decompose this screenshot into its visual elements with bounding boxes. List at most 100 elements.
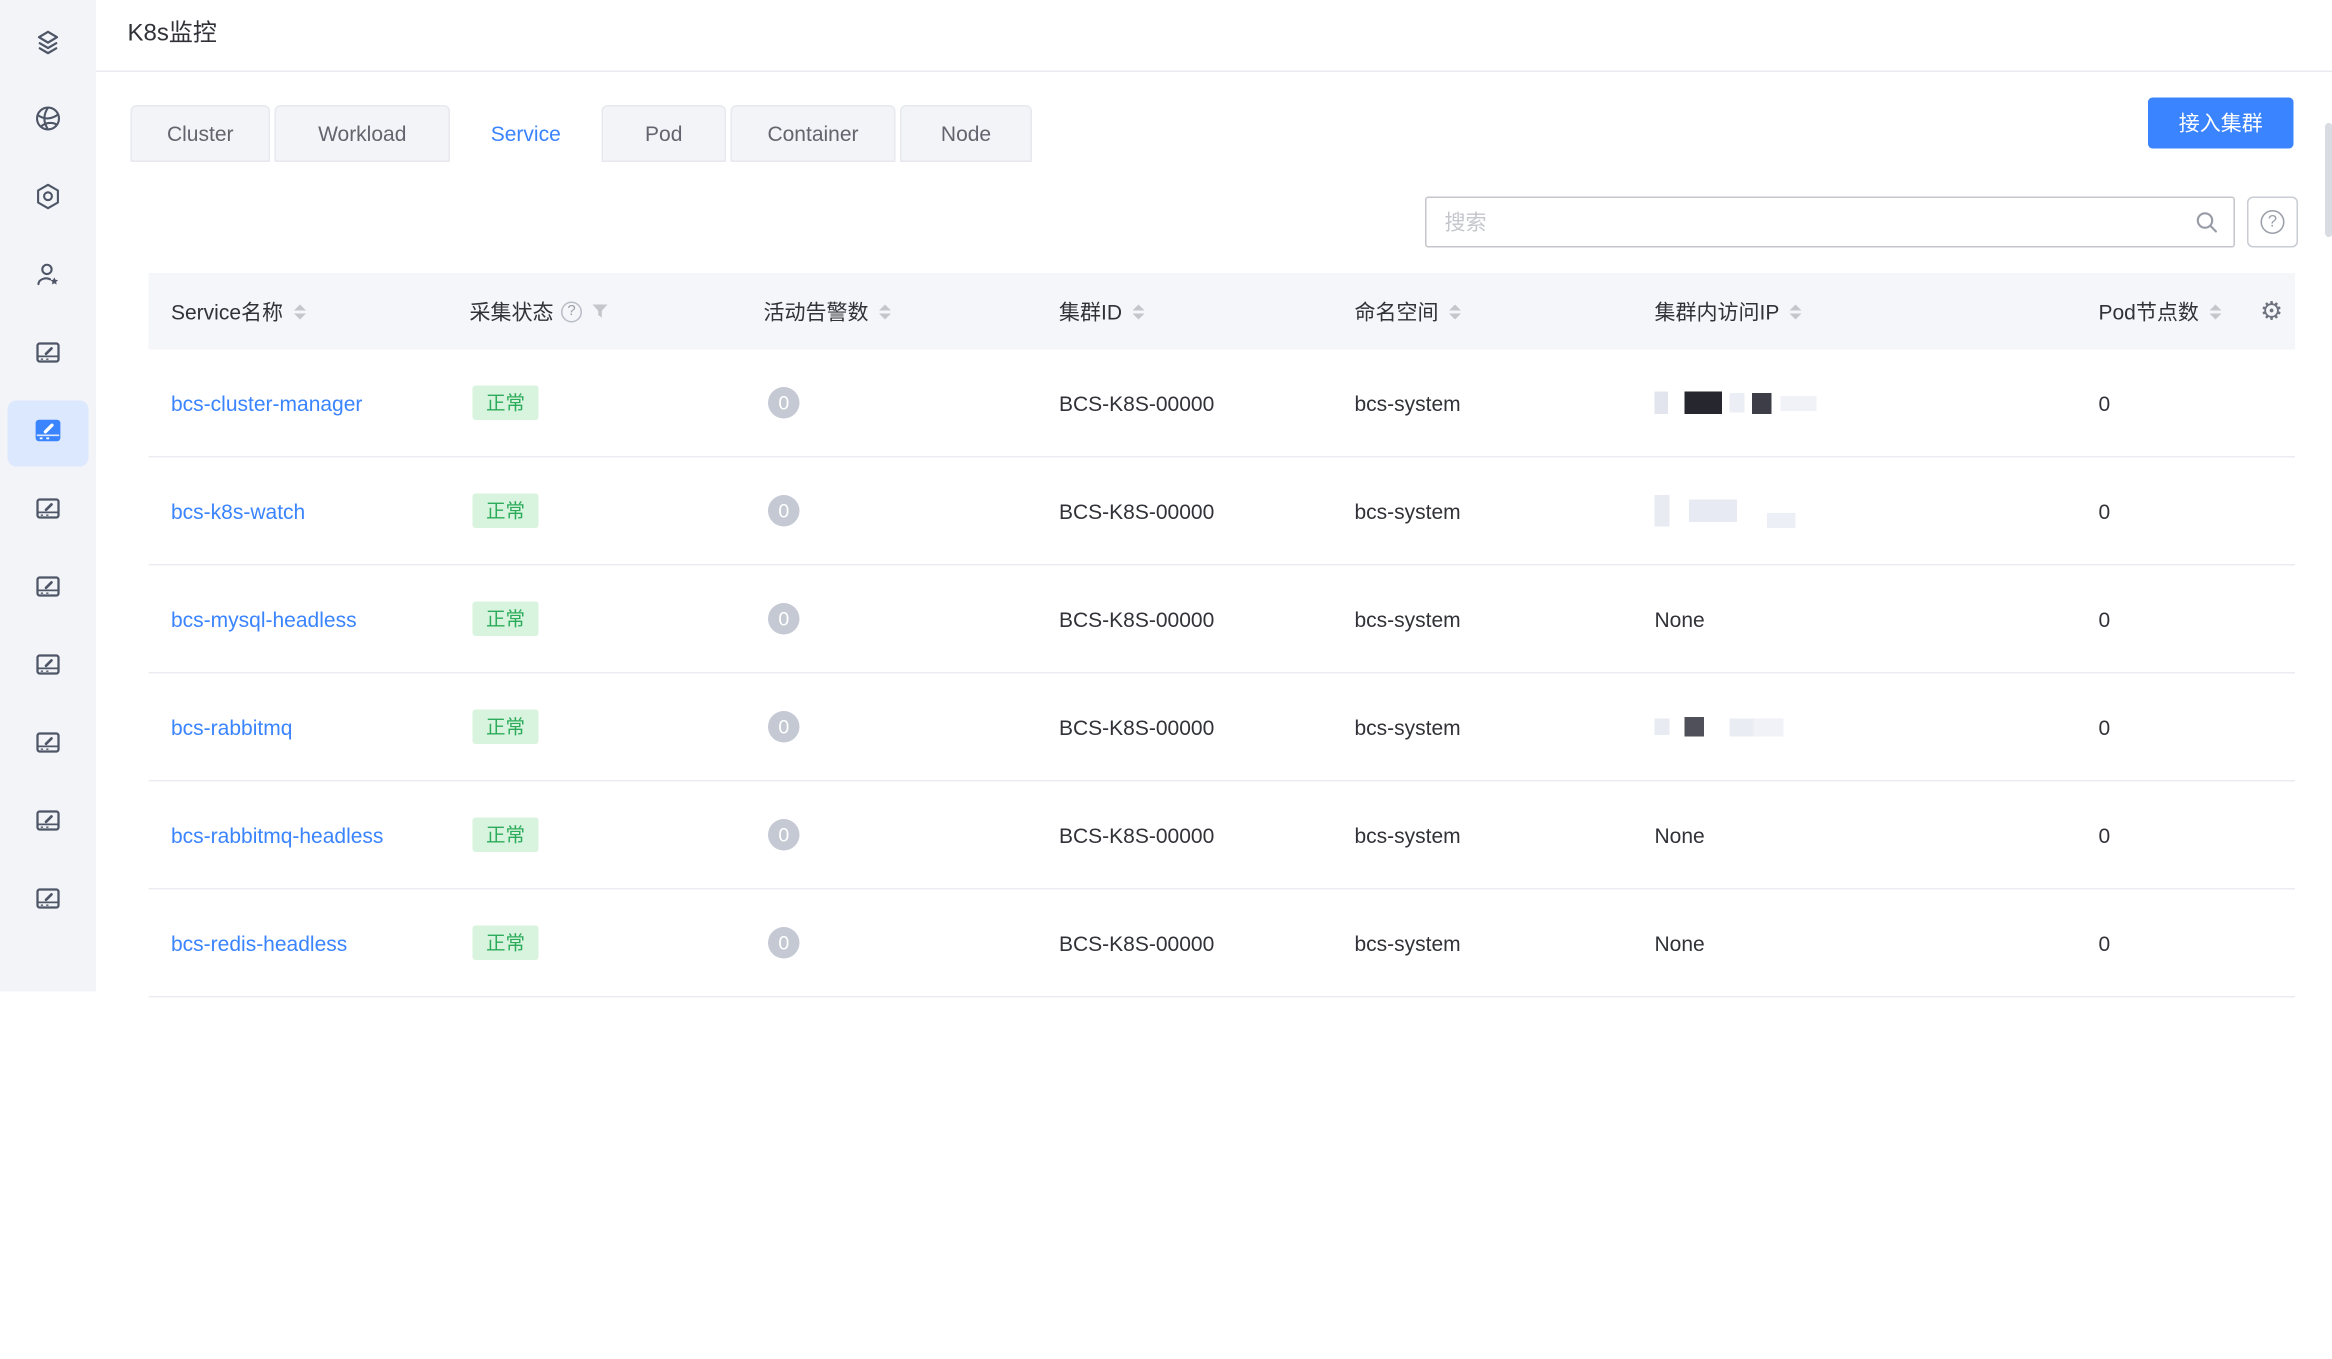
tab-container[interactable]: Container — [731, 105, 896, 162]
status-badge: 正常 — [473, 386, 539, 421]
resource-tabs: Cluster Workload Service Pod Container N… — [131, 105, 1033, 162]
cluster-id-cell: BCS-K8S-00000 — [1059, 674, 1214, 781]
column-header-active-alarms[interactable]: 活动告警数 — [764, 273, 892, 350]
pod-count-cell: 0 — [2099, 782, 2111, 889]
layers-icon — [33, 28, 63, 66]
table-row: bcs-cluster-manager 正常 0 BCS-K8S-00000 b… — [149, 350, 2296, 458]
column-header-namespace[interactable]: 命名空间 — [1355, 273, 1462, 350]
namespace-cell: bcs-system — [1355, 782, 1461, 889]
page-title: K8s监控 — [128, 0, 217, 69]
cluster-id-cell: BCS-K8S-00000 — [1059, 566, 1214, 673]
service-link[interactable]: bcs-k8s-watch — [171, 499, 305, 523]
access-ip-cell: None — [1655, 566, 1705, 673]
table-row: bcs-mysql-headless 正常 0 BCS-K8S-00000 bc… — [149, 566, 2296, 674]
column-header-access-ip[interactable]: 集群内访问IP — [1655, 273, 1802, 350]
status-badge: 正常 — [473, 710, 539, 745]
cluster-id-cell: BCS-K8S-00000 — [1059, 890, 1214, 997]
sidebar-item-dashboard-5[interactable] — [0, 707, 96, 785]
table-row: bcs-rabbitmq-headless 正常 0 BCS-K8S-00000… — [149, 782, 2296, 890]
connect-cluster-button[interactable]: 接入集群 — [2148, 98, 2294, 149]
cluster-id-cell: BCS-K8S-00000 — [1059, 350, 1214, 457]
search-box — [1425, 197, 2235, 248]
table-row: bcs-rabbitmq 正常 0 BCS-K8S-00000 bcs-syst… — [149, 674, 2296, 782]
namespace-cell: bcs-system — [1355, 566, 1461, 673]
namespace-cell: bcs-system — [1355, 350, 1461, 457]
sidebar-item-containers[interactable] — [0, 161, 96, 239]
tab-cluster[interactable]: Cluster — [131, 105, 271, 162]
service-link[interactable]: bcs-rabbitmq — [171, 715, 292, 739]
app-root: K8s监控 Cluster Workload Service Pod Conta… — [0, 0, 2332, 1359]
scrollbar-thumb[interactable] — [2325, 123, 2332, 237]
sidebar-item-dashboard-4[interactable] — [0, 629, 96, 707]
sidebar-item-overview[interactable] — [0, 8, 96, 86]
alarm-count-badge: 0 — [768, 495, 800, 527]
dashboard-icon — [33, 727, 63, 765]
status-badge: 正常 — [473, 926, 539, 961]
sidebar-item-network[interactable] — [0, 83, 96, 161]
question-circle-icon: ? — [2261, 210, 2285, 234]
tab-service[interactable]: Service — [455, 105, 598, 162]
sort-icon[interactable] — [1790, 304, 1802, 319]
cluster-id-cell: BCS-K8S-00000 — [1059, 458, 1214, 565]
dashboard-icon — [33, 571, 63, 609]
service-link[interactable]: bcs-cluster-manager — [171, 391, 362, 415]
dashboard-icon — [33, 493, 63, 531]
column-header-cluster-id[interactable]: 集群ID — [1059, 273, 1145, 350]
service-table: Service名称 采集状态 ? 活动告警数 集群ID 命名空间 — [149, 273, 2296, 998]
alarm-count-badge: 0 — [768, 819, 800, 851]
dashboard-icon-active — [32, 413, 65, 454]
access-ip-mask — [1655, 717, 1784, 737]
tab-pod[interactable]: Pod — [602, 105, 727, 162]
column-header-pod-count[interactable]: Pod节点数 — [2099, 273, 2222, 350]
access-ip-mask — [1655, 392, 1817, 415]
access-ip-cell — [1655, 458, 1796, 565]
cluster-id-cell: BCS-K8S-00000 — [1059, 782, 1214, 889]
help-button[interactable]: ? — [2247, 197, 2298, 248]
sidebar-item-dashboard-2[interactable] — [0, 473, 96, 551]
pod-count-cell: 0 — [2099, 350, 2111, 457]
pod-count-cell: 0 — [2099, 674, 2111, 781]
pod-count-cell: 0 — [2099, 566, 2111, 673]
access-ip-cell: None — [1655, 782, 1705, 889]
tab-workload[interactable]: Workload — [275, 105, 451, 162]
sidebar — [0, 0, 96, 992]
alarm-count-badge: 0 — [768, 927, 800, 959]
namespace-cell: bcs-system — [1355, 458, 1461, 565]
dashboard-icon — [33, 649, 63, 687]
service-link[interactable]: bcs-rabbitmq-headless — [171, 823, 383, 847]
sidebar-item-dashboard-1[interactable] — [0, 317, 96, 395]
access-ip-cell — [1655, 350, 1817, 457]
namespace-cell: bcs-system — [1355, 890, 1461, 997]
status-badge: 正常 — [473, 602, 539, 637]
sidebar-item-dashboard-3[interactable] — [0, 551, 96, 629]
sidebar-item-users[interactable] — [0, 239, 96, 317]
tab-node[interactable]: Node — [900, 105, 1032, 162]
sidebar-item-dashboard-6[interactable] — [0, 785, 96, 863]
sort-icon[interactable] — [879, 304, 891, 319]
top-bar: K8s监控 — [96, 0, 2332, 72]
pod-count-cell: 0 — [2099, 458, 2111, 565]
sidebar-item-dashboard-k8s-active[interactable] — [0, 395, 96, 473]
dashboard-icon — [33, 805, 63, 843]
search-input[interactable] — [1427, 198, 2234, 246]
service-link[interactable]: bcs-redis-headless — [171, 931, 347, 955]
search-icon — [2195, 210, 2221, 243]
sort-icon[interactable] — [1449, 304, 1461, 319]
column-settings-icon[interactable]: ⚙ — [2260, 273, 2283, 350]
sort-icon[interactable] — [1133, 304, 1145, 319]
status-badge: 正常 — [473, 494, 539, 529]
help-icon[interactable]: ? — [561, 301, 582, 322]
sidebar-item-dashboard-7[interactable] — [0, 863, 96, 941]
table-row: bcs-k8s-watch 正常 0 BCS-K8S-00000 bcs-sys… — [149, 458, 2296, 566]
sort-icon[interactable] — [2209, 304, 2221, 319]
service-link[interactable]: bcs-mysql-headless — [171, 607, 357, 631]
user-star-icon — [33, 259, 63, 297]
sort-icon[interactable] — [294, 304, 306, 319]
alarm-count-badge: 0 — [768, 711, 800, 743]
namespace-cell: bcs-system — [1355, 674, 1461, 781]
dashboard-icon — [33, 337, 63, 375]
column-header-collect-status[interactable]: 采集状态 ? — [470, 273, 610, 350]
filter-icon[interactable] — [591, 303, 609, 320]
alarm-count-badge: 0 — [768, 387, 800, 419]
column-header-service-name[interactable]: Service名称 — [171, 273, 306, 350]
